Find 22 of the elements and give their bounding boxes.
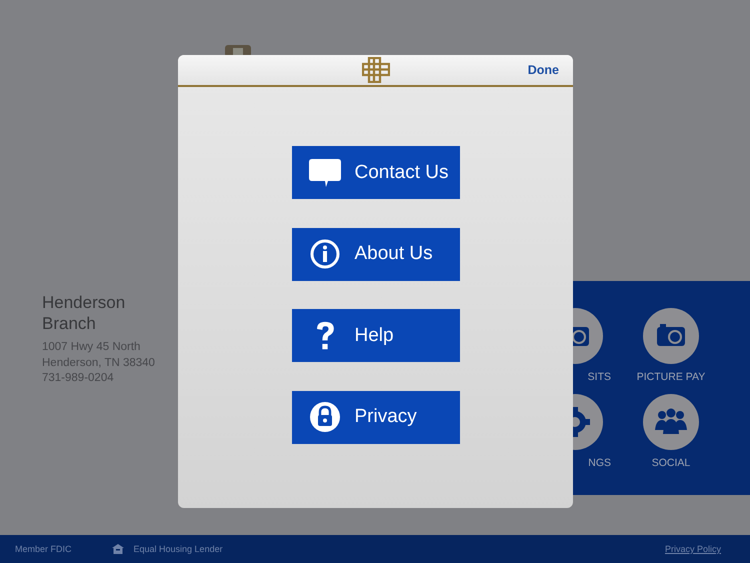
house-icon bbox=[112, 544, 124, 554]
privacy-button[interactable]: Privacy bbox=[292, 390, 460, 444]
housing-text: Equal Housing Lender bbox=[134, 544, 223, 554]
tile-label[interactable]: SITS bbox=[588, 371, 611, 384]
info-icon bbox=[308, 239, 340, 269]
tile-label[interactable]: NGS bbox=[588, 457, 611, 470]
people-icon[interactable] bbox=[643, 394, 699, 450]
help-button[interactable]: Help bbox=[292, 309, 460, 362]
tile-label[interactable]: SOCIAL bbox=[652, 457, 690, 470]
branch-address: Henderson, TN 38340 bbox=[42, 356, 155, 370]
fdic-text: Member FDIC bbox=[15, 544, 72, 554]
done-button[interactable]: Done bbox=[528, 63, 559, 77]
speech-bubble-icon bbox=[308, 158, 340, 188]
contact-button[interactable]: Contact Us bbox=[292, 146, 460, 199]
camera-icon[interactable] bbox=[643, 308, 699, 364]
branch-name: Henderson Branch bbox=[42, 292, 126, 334]
privacy-policy-link[interactable]: Privacy Policy bbox=[664, 544, 735, 554]
tile-label[interactable]: PICTURE PAY bbox=[636, 371, 706, 384]
branch-address: 731-989-0204 bbox=[42, 371, 115, 386]
branch-address: 1007 Hwy 45 North bbox=[42, 340, 142, 355]
lock-icon bbox=[308, 402, 340, 432]
about-button[interactable]: About Us bbox=[292, 228, 460, 280]
